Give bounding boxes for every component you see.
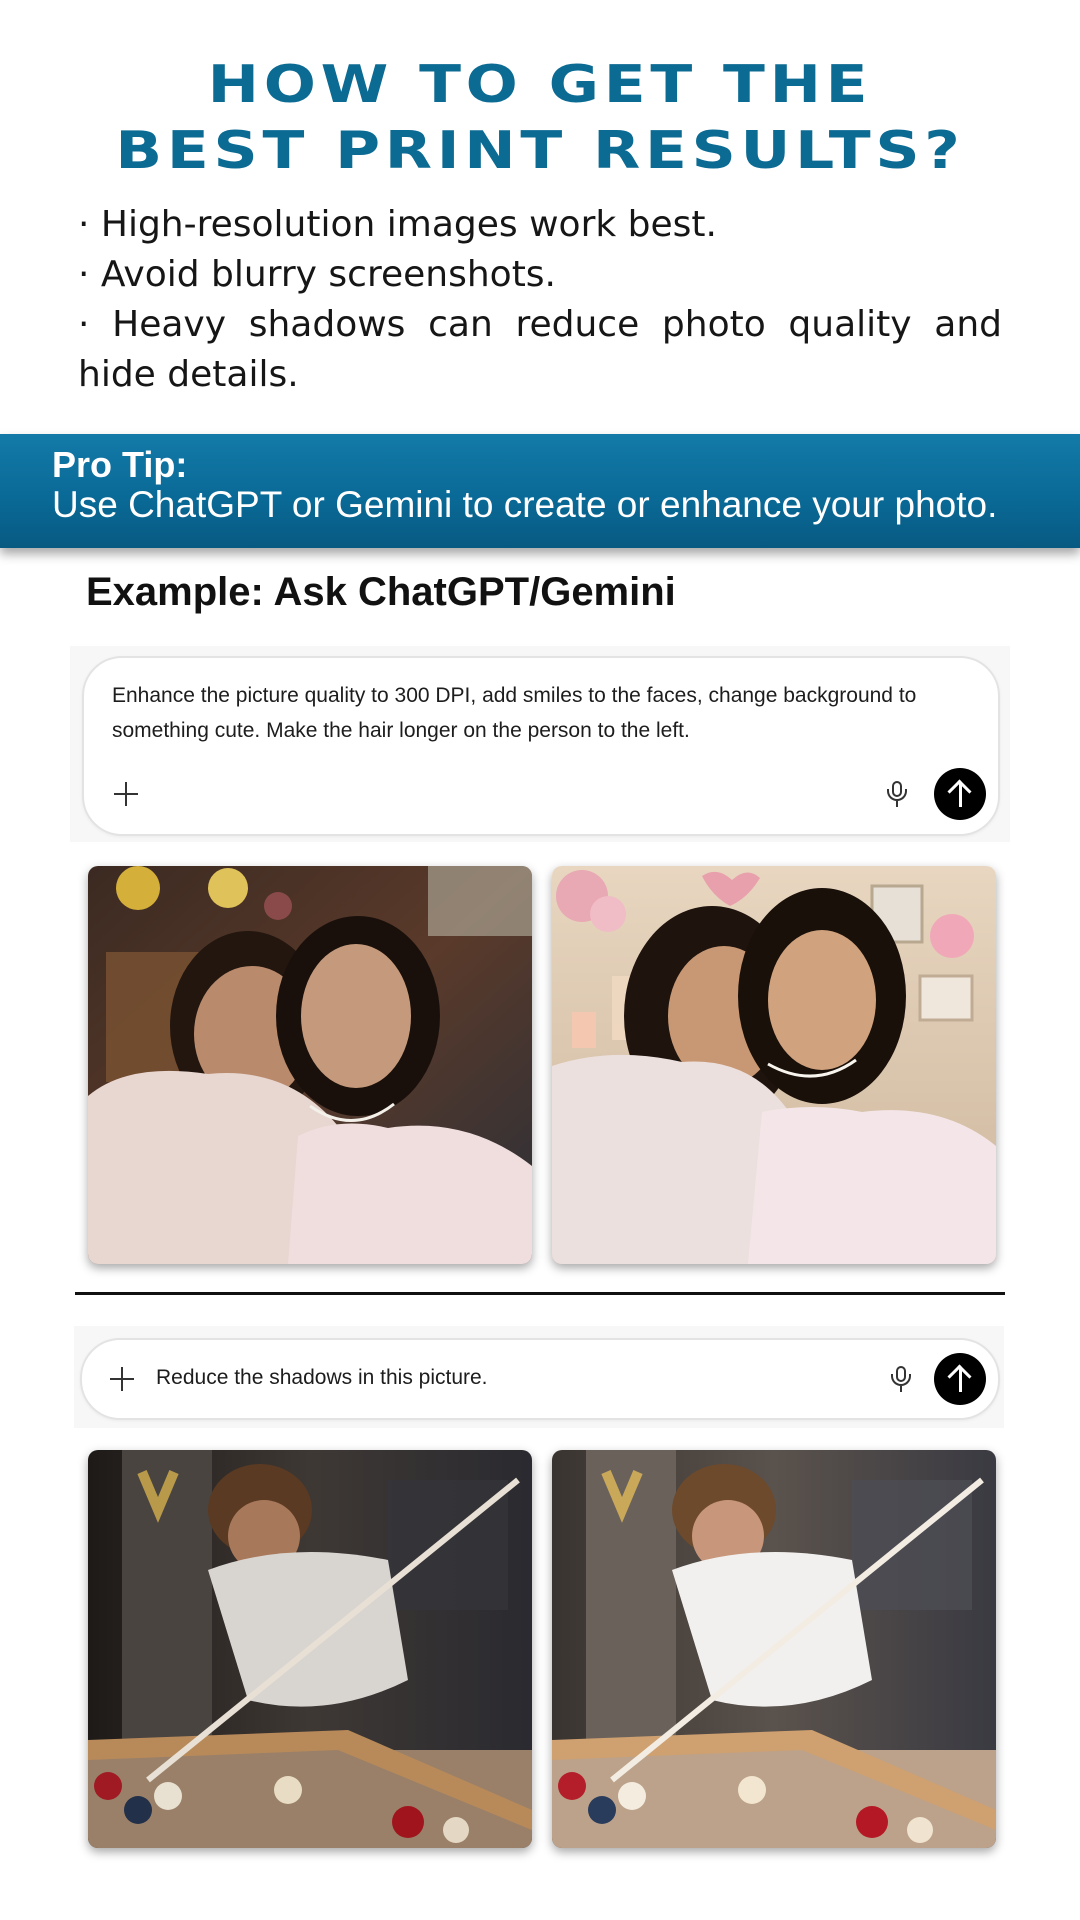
page-title-line2: BEST PRINT RESULTS? [115, 121, 965, 181]
billiards-before-image [88, 1450, 532, 1848]
photo-before-billiards [88, 1450, 532, 1848]
section-divider [75, 1292, 1005, 1295]
photo-before-portrait [88, 866, 532, 1264]
portrait-before-image [88, 866, 532, 1264]
prompt-panel: Reduce the shadows in this picture. [74, 1326, 1004, 1428]
prompt-text[interactable]: Reduce the shadows in this picture. [156, 1360, 756, 1395]
plus-icon[interactable] [112, 780, 140, 808]
photo-after-billiards [552, 1450, 996, 1848]
example-heading: Example: Ask ChatGPT/Gemini [86, 570, 676, 614]
mic-icon[interactable] [886, 780, 908, 808]
tip-item: · Avoid blurry screenshots. [78, 254, 557, 295]
mic-icon[interactable] [890, 1365, 912, 1393]
pro-tip-text: Use ChatGPT or Gemini to create or enhan… [52, 484, 998, 525]
pro-tip-heading: Pro Tip: [52, 444, 188, 485]
tip-item: · Heavy shadows can reduce photo quality… [78, 304, 1002, 395]
photo-after-portrait [552, 866, 996, 1264]
portrait-after-image [552, 866, 996, 1264]
send-arrow-icon[interactable] [934, 1353, 986, 1405]
prompt-text[interactable]: Enhance the picture quality to 300 DPI, … [112, 678, 942, 748]
billiards-after-image [552, 1450, 996, 1848]
plus-icon[interactable] [108, 1365, 136, 1393]
page-title-line1: HOW TO GET THE [207, 55, 873, 115]
page-title: HOW TO GET THE BEST PRINT RESULTS? [0, 52, 1080, 184]
prompt-panel: Enhance the picture quality to 300 DPI, … [70, 646, 1010, 842]
chat-input-box[interactable]: Reduce the shadows in this picture. [80, 1338, 1000, 1420]
tips-list: · High-resolution images work best. · Av… [78, 200, 1002, 400]
send-arrow-icon[interactable] [934, 768, 986, 820]
pro-tip-banner: Pro Tip: Use ChatGPT or Gemini to create… [0, 434, 1080, 548]
chat-input-box[interactable]: Enhance the picture quality to 300 DPI, … [82, 656, 1000, 836]
tip-item: · High-resolution images work best. [78, 204, 717, 245]
